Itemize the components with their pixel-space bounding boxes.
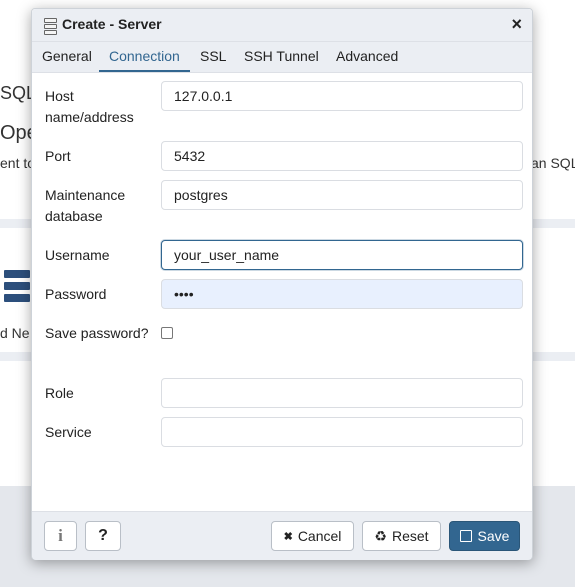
save-label: Save (477, 528, 510, 544)
reset-button[interactable]: ♻ Reset (362, 521, 441, 551)
maintenance-database-label: Maintenance database (45, 187, 126, 224)
maintenance-database-input[interactable] (161, 180, 523, 210)
recycle-icon: ♻ (374, 527, 387, 544)
background-text: an SQL (531, 155, 575, 171)
port-input[interactable] (161, 141, 523, 171)
host-input[interactable] (161, 81, 523, 111)
help-button[interactable]: ? (85, 521, 121, 551)
background-text: ent to (0, 155, 36, 171)
background-text: d Ne (0, 325, 30, 341)
server-icon (44, 18, 57, 35)
save-button[interactable]: Save (449, 521, 520, 551)
tab-advanced[interactable]: Advanced (326, 42, 408, 72)
role-input[interactable] (161, 378, 523, 408)
role-label: Role (45, 385, 74, 401)
service-input[interactable] (161, 417, 523, 447)
tab-bar: General Connection SSL SSH Tunnel Advanc… (32, 42, 532, 73)
close-icon: ✖ (283, 530, 293, 543)
port-label: Port (45, 148, 71, 164)
dialog-title: Create - Server (62, 16, 162, 32)
tab-connection[interactable]: Connection (99, 42, 190, 72)
database-icon (4, 270, 30, 314)
create-server-dialog: Create - Server × General Connection SSL… (31, 8, 533, 560)
tab-ssh-tunnel[interactable]: SSH Tunnel (234, 42, 329, 72)
info-icon: i (58, 526, 63, 545)
tab-ssl[interactable]: SSL (190, 42, 236, 72)
service-label: Service (45, 424, 92, 440)
password-label: Password (45, 286, 107, 302)
username-label: Username (45, 247, 110, 263)
cancel-button[interactable]: ✖ Cancel (271, 521, 354, 551)
username-input[interactable] (161, 240, 523, 270)
dialog-title-bar[interactable]: Create - Server × (32, 9, 532, 42)
save-password-label: Save password? (45, 325, 149, 341)
close-icon[interactable]: × (511, 14, 522, 35)
save-icon (459, 530, 472, 542)
reset-label: Reset (391, 528, 429, 544)
save-password-checkbox[interactable] (161, 327, 173, 339)
tab-general[interactable]: General (32, 42, 102, 72)
host-label: Host name/address (45, 88, 134, 125)
cancel-label: Cancel (297, 528, 342, 544)
password-input[interactable] (161, 279, 523, 309)
dialog-footer: i ? ✖ Cancel ♻ Reset Save (32, 511, 532, 560)
info-button[interactable]: i (44, 521, 77, 551)
